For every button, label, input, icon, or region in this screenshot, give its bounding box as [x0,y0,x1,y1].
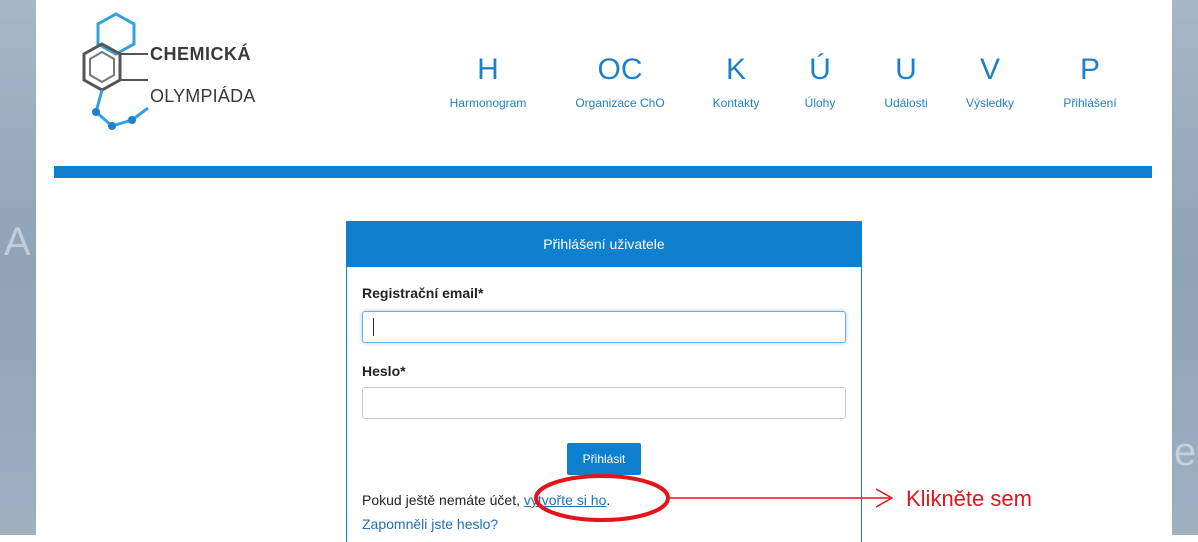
nav-letter: H [477,53,499,86]
nav-letter: P [1079,53,1100,86]
nav-item-prihlaseni[interactable]: P Přihlášení [1030,52,1150,110]
login-panel: Přihlášení uživatele Registrační email* … [346,221,862,542]
nav-letter: OC [597,53,643,86]
signup-prompt: Pokud ještě nemáte účet, vytvořte si ho. [362,492,610,508]
signup-prefix-text: Pokud ještě nemáte účet, [362,492,524,508]
background-left-strip: A [0,0,36,535]
email-field[interactable] [362,311,846,343]
header-divider-bar [54,166,1152,178]
page: CHEMICKÁ OLYMPIÁDA H Harmonogram OC Orga… [36,0,1172,542]
background-ghost-glyph: e [1174,430,1197,474]
email-label: Registrační email* [362,285,484,301]
forgot-password-link[interactable]: Zapomněli jste heslo? [362,516,498,532]
nav-label: Organizace ChO [575,96,665,110]
main-nav: H Harmonogram OC Organizace ChO K Kontak… [36,52,1172,132]
login-panel-title: Přihlášení uživatele [347,222,861,267]
nav-label: Přihlášení [1063,96,1117,110]
nav-item-organizace-cho[interactable]: OC Organizace ChO [560,52,680,110]
text-caret [373,318,374,336]
background-right-strip: e [1172,0,1198,535]
signup-link[interactable]: vytvořte si ho [524,492,606,508]
password-label: Heslo* [362,363,406,379]
login-button[interactable]: Přihlásit [567,443,641,475]
background-ghost-glyph: A [4,220,31,264]
nav-item-harmonogram[interactable]: H Harmonogram [428,52,548,110]
nav-label: Harmonogram [449,96,527,110]
password-field[interactable] [362,387,846,419]
signup-suffix-text: . [606,492,611,508]
annotation-label: Klikněte sem [906,486,1032,511]
